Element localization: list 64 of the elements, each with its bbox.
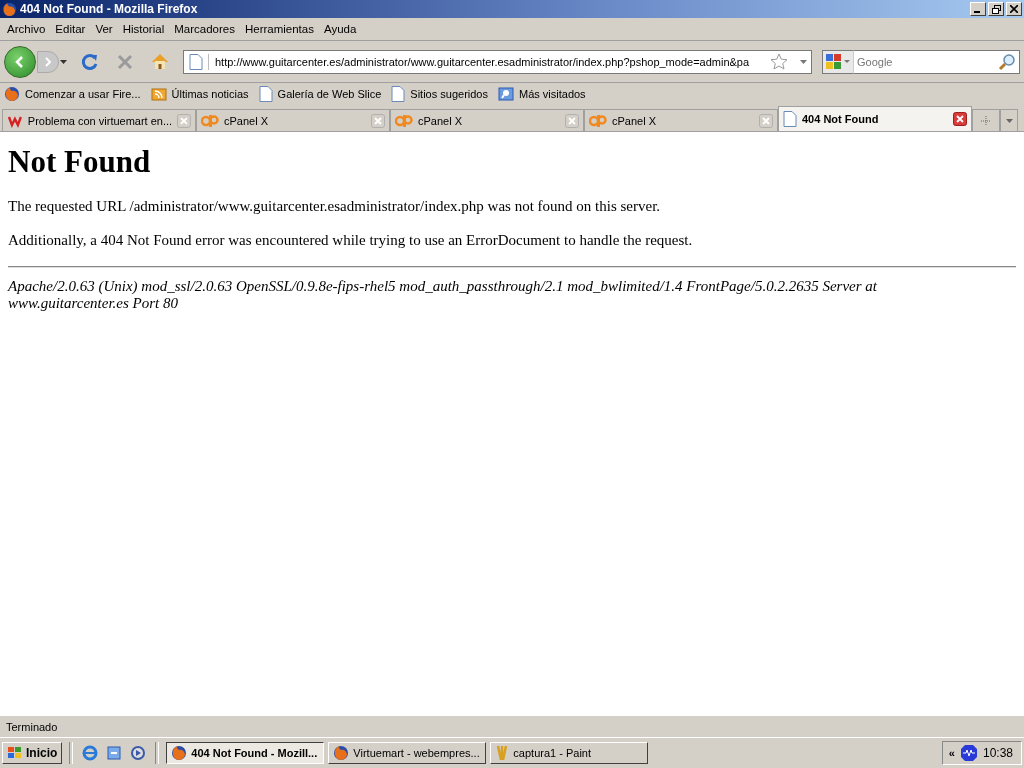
firefox-icon <box>2 1 17 17</box>
page-icon <box>783 111 797 127</box>
back-button[interactable] <box>4 45 36 78</box>
menu-item[interactable]: Herramientas <box>239 23 319 35</box>
dropdown-caret-icon[interactable] <box>800 59 807 64</box>
network-status-icon[interactable] <box>959 744 978 762</box>
menu-item[interactable]: Editar <box>50 23 91 35</box>
browser-tab[interactable]: cPanel X <box>584 109 778 131</box>
restore-button[interactable] <box>988 2 1004 16</box>
cp-logo-icon <box>395 114 413 127</box>
minimize-button[interactable] <box>970 2 986 16</box>
clock: 10:38 <box>982 746 1013 760</box>
bookmark-item[interactable]: Sitios sugeridos <box>410 88 488 100</box>
close-icon <box>1010 5 1018 13</box>
browser-tab[interactable]: 404 Not Found <box>778 106 972 131</box>
window-title: 404 Not Found - Mozilla Firefox <box>20 2 199 16</box>
taskbar-button[interactable]: Virtuemart - webempres... <box>328 742 487 764</box>
error-paragraph: Additionally, a 404 Not Found error was encountered while trying to use an ErrorDocument to handle the request. <box>8 232 694 249</box>
bookmark-item[interactable]: Últimas noticias <box>171 88 249 100</box>
bookmark-item[interactable]: Más visitados <box>519 88 586 100</box>
menu-item[interactable]: Ver <box>90 23 118 35</box>
error-paragraph: The requested URL /administrator/www.guitarcenter.esadministrator/index.php was not found on this server. <box>8 198 662 215</box>
move-cross-icon <box>981 115 991 126</box>
caret-icon <box>1005 118 1013 123</box>
taskbar-button[interactable]: captura1 - Paint <box>490 742 649 764</box>
close-tab-icon[interactable] <box>953 112 967 126</box>
dropdown-caret-icon[interactable] <box>60 59 67 64</box>
reload-icon[interactable] <box>81 52 99 71</box>
menu-item[interactable]: Ayuda <box>318 23 362 35</box>
start-button[interactable]: Inicio <box>2 742 63 764</box>
tray-expand-button[interactable]: « <box>948 747 955 759</box>
browser-tab[interactable]: cPanel X <box>196 109 390 131</box>
windows-logo-icon <box>7 746 23 760</box>
menu-item[interactable]: Archivo <box>2 23 51 35</box>
menu-item[interactable]: Historial <box>117 23 170 35</box>
search-engine-icon[interactable] <box>822 49 853 74</box>
tab-menu-button[interactable] <box>1000 109 1018 131</box>
url-text: http://www.guitarcenter.es/administrator/www.guitarcenter.esadministrator/index.php?pshop_mode=admin&pa <box>215 55 751 68</box>
cp-logo-icon <box>201 114 219 127</box>
bookmark-item[interactable]: Comenzar a usar Fire... <box>25 88 141 100</box>
taskbar-button[interactable]: 404 Not Found - Mozill... <box>166 742 325 764</box>
status-text: Terminado <box>6 720 58 733</box>
bookmark-item[interactable]: Galería de Web Slice <box>277 88 382 100</box>
browser-tab[interactable]: cPanel X <box>390 109 584 131</box>
firefox-icon <box>171 745 188 761</box>
firefox-icon <box>333 745 350 761</box>
server-signature: Apache/2.0.63 (Unix) mod_ssl/2.0.63 OpenSSL/0.9.8e-fips-rhel5 mod_auth_passthrough/2.1 mod_bwlimited/1.4 FrontPage/5.0.2.2635 Server at www.guitarcenter.es Port 80 <box>8 278 878 312</box>
restore-icon <box>991 4 1001 14</box>
feed-icon[interactable] <box>150 86 167 102</box>
close-button[interactable] <box>1006 2 1022 16</box>
home-icon[interactable] <box>151 53 169 70</box>
browser-icon[interactable] <box>82 745 99 761</box>
page-icon[interactable] <box>391 86 406 102</box>
star-icon[interactable] <box>770 53 788 70</box>
menu-item[interactable]: Marcadores <box>169 23 240 35</box>
cp-logo-icon <box>589 114 607 127</box>
browser-tab[interactable]: Problema con virtuemart en... <box>2 109 196 131</box>
media-player-icon[interactable] <box>130 745 147 761</box>
firefox-icon[interactable] <box>4 86 20 102</box>
page-heading: Not Found <box>8 144 152 180</box>
address-bar[interactable]: http://www.guitarcenter.es/administrator/www.guitarcenter.esadministrator/index.php?pshop_mode=admin&pa <box>183 49 812 74</box>
paint-brushes-icon <box>495 745 510 761</box>
page-icon[interactable] <box>258 86 273 102</box>
folder-search-icon[interactable] <box>498 86 514 102</box>
